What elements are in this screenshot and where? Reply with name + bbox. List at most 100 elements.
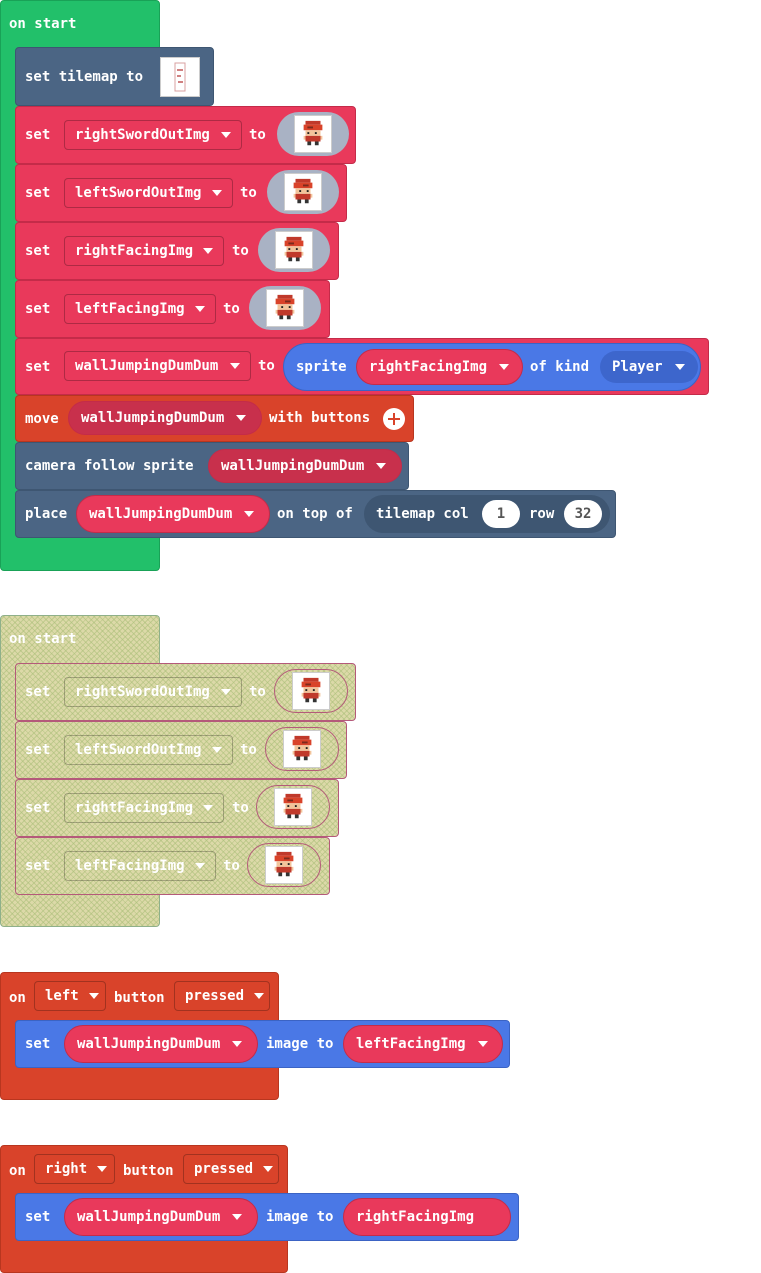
tilemap-thumbnail-icon[interactable]: [160, 57, 200, 97]
set-label: set: [25, 1036, 51, 1052]
sprite-variable-dropdown[interactable]: wallJumpingDumDum: [64, 1025, 258, 1063]
place-on-tilemap-block[interactable]: place wallJumpingDumDum on top of tilema…: [15, 490, 616, 538]
event-dropdown[interactable]: pressed: [183, 1154, 279, 1184]
chevron-down-icon: [674, 364, 685, 370]
variable-dropdown[interactable]: leftSwordOutImg: [64, 178, 233, 208]
with-buttons-label: with buttons: [269, 410, 371, 426]
move-with-buttons-block[interactable]: move wallJumpingDumDum with buttons: [15, 395, 414, 442]
chevron-down-icon: [195, 306, 205, 312]
variable-dropdown[interactable]: leftFacingImg: [64, 851, 216, 881]
variable-name: wallJumpingDumDum: [77, 1209, 221, 1225]
image-picker[interactable]: [274, 669, 348, 713]
button-dropdown[interactable]: right: [34, 1154, 115, 1184]
to-label: to: [240, 742, 257, 758]
sprite-variable-dropdown[interactable]: wallJumpingDumDum: [68, 401, 262, 435]
kind-name: Player: [612, 359, 663, 375]
image-variable-dropdown[interactable]: leftFacingImg: [343, 1025, 503, 1063]
sprite-facing-right-icon: [274, 788, 312, 826]
disabled-set-variable-block[interactable]: set leftSwordOutImg to: [15, 721, 347, 779]
expand-plus-icon[interactable]: [383, 408, 405, 430]
variable-name: rightFacingImg: [75, 800, 194, 816]
image-picker[interactable]: [247, 843, 321, 887]
chevron-down-icon: [221, 132, 231, 138]
event-name: pressed: [194, 1161, 254, 1177]
image-picker[interactable]: [267, 170, 339, 214]
row-number-input[interactable]: 32: [564, 500, 602, 528]
camera-follow-block[interactable]: camera follow sprite wallJumpingDumDum: [15, 442, 409, 490]
set-sprite-image-block[interactable]: set wallJumpingDumDum image to rightFaci…: [15, 1193, 519, 1241]
chevron-down-icon: [232, 1214, 243, 1220]
button-dropdown[interactable]: left: [34, 981, 106, 1011]
disabled-set-variable-block[interactable]: set leftFacingImg to: [15, 837, 330, 895]
variable-dropdown[interactable]: rightFacingImg: [64, 236, 224, 266]
set-label: set: [25, 358, 51, 375]
set-label: set: [25, 858, 51, 874]
set-label: set: [25, 684, 51, 700]
on-top-of-label: on top of: [277, 506, 353, 522]
chevron-down-icon: [254, 993, 265, 999]
chevron-down-icon: [212, 190, 222, 196]
chevron-down-icon: [88, 993, 99, 999]
chevron-down-icon: [195, 863, 205, 869]
image-picker[interactable]: [256, 785, 330, 829]
image-picker[interactable]: [249, 286, 321, 330]
chevron-down-icon: [499, 364, 510, 370]
set-label: set: [25, 1209, 51, 1225]
button-label: button: [114, 990, 165, 1006]
variable-name: leftSwordOutImg: [75, 742, 202, 758]
image-variable-dropdown[interactable]: rightFacingImg: [343, 1198, 511, 1236]
set-tilemap-block[interactable]: set tilemap to: [15, 47, 214, 106]
variable-name: wallJumpingDumDum: [81, 410, 225, 426]
variable-dropdown[interactable]: rightFacingImg: [64, 793, 224, 823]
variable-dropdown[interactable]: rightSwordOutImg: [64, 677, 242, 707]
variable-name: rightSwordOutImg: [75, 127, 210, 143]
image-variable-name: leftFacingImg: [356, 1036, 466, 1052]
event-name: pressed: [185, 988, 245, 1004]
column-number-input[interactable]: 1: [482, 500, 520, 528]
sprite-variable-dropdown[interactable]: wallJumpingDumDum: [76, 495, 270, 533]
set-label: set: [25, 742, 51, 758]
variable-name: leftSwordOutImg: [75, 185, 202, 201]
variable-dropdown[interactable]: wallJumpingDumDum: [64, 351, 251, 381]
set-variable-block[interactable]: set leftSwordOutImg to: [15, 164, 347, 222]
chevron-down-icon: [203, 248, 214, 254]
on-start-label: on start: [9, 16, 77, 32]
chevron-down-icon: [232, 1041, 243, 1047]
to-label: to: [232, 800, 249, 816]
image-variable-name: rightFacingImg: [356, 1209, 475, 1225]
variable-dropdown[interactable]: leftSwordOutImg: [64, 735, 233, 765]
of-kind-label: of kind: [530, 359, 590, 375]
place-label: place: [25, 506, 68, 522]
tilemap-col-row-block[interactable]: tilemap col 1 row 32: [364, 495, 610, 533]
sprite-facing-left-icon: [266, 289, 304, 327]
image-picker[interactable]: [265, 727, 339, 771]
sprite-variable-dropdown[interactable]: wallJumpingDumDum: [64, 1198, 258, 1236]
variable-name: leftFacingImg: [75, 858, 185, 874]
disabled-set-variable-block[interactable]: set rightFacingImg to: [15, 779, 339, 837]
variable-name: leftFacingImg: [75, 301, 185, 317]
sprite-variable-dropdown[interactable]: wallJumpingDumDum: [208, 449, 402, 483]
create-sprite-block[interactable]: sprite rightFacingImg of kind Player: [283, 343, 701, 391]
set-sprite-block[interactable]: set wallJumpingDumDum to sprite rightFac…: [15, 338, 709, 395]
button-label: button: [123, 1163, 174, 1179]
chevron-down-icon: [244, 511, 255, 517]
set-variable-block[interactable]: set leftFacingImg to: [15, 280, 330, 338]
image-variable-dropdown[interactable]: rightFacingImg: [356, 349, 523, 385]
chevron-down-icon: [203, 805, 214, 811]
image-picker[interactable]: [277, 112, 349, 156]
image-picker[interactable]: [258, 228, 330, 272]
sprite-label: sprite: [296, 359, 347, 375]
set-variable-block[interactable]: set rightSwordOutImg to: [15, 106, 356, 164]
variable-dropdown[interactable]: leftFacingImg: [64, 294, 216, 324]
to-label: to: [223, 301, 240, 317]
on-start-label: on start: [9, 631, 77, 647]
kind-dropdown[interactable]: Player: [600, 351, 698, 383]
variable-dropdown[interactable]: rightSwordOutImg: [64, 120, 242, 150]
event-dropdown[interactable]: pressed: [174, 981, 270, 1011]
disabled-set-variable-block[interactable]: set rightSwordOutImg to: [15, 663, 356, 721]
set-sprite-image-block[interactable]: set wallJumpingDumDum image to leftFacin…: [15, 1020, 510, 1068]
set-variable-block[interactable]: set rightFacingImg to: [15, 222, 339, 280]
sprite-facing-left-icon: [265, 846, 303, 884]
set-label: set: [25, 127, 51, 143]
variable-name: wallJumpingDumDum: [89, 506, 233, 522]
